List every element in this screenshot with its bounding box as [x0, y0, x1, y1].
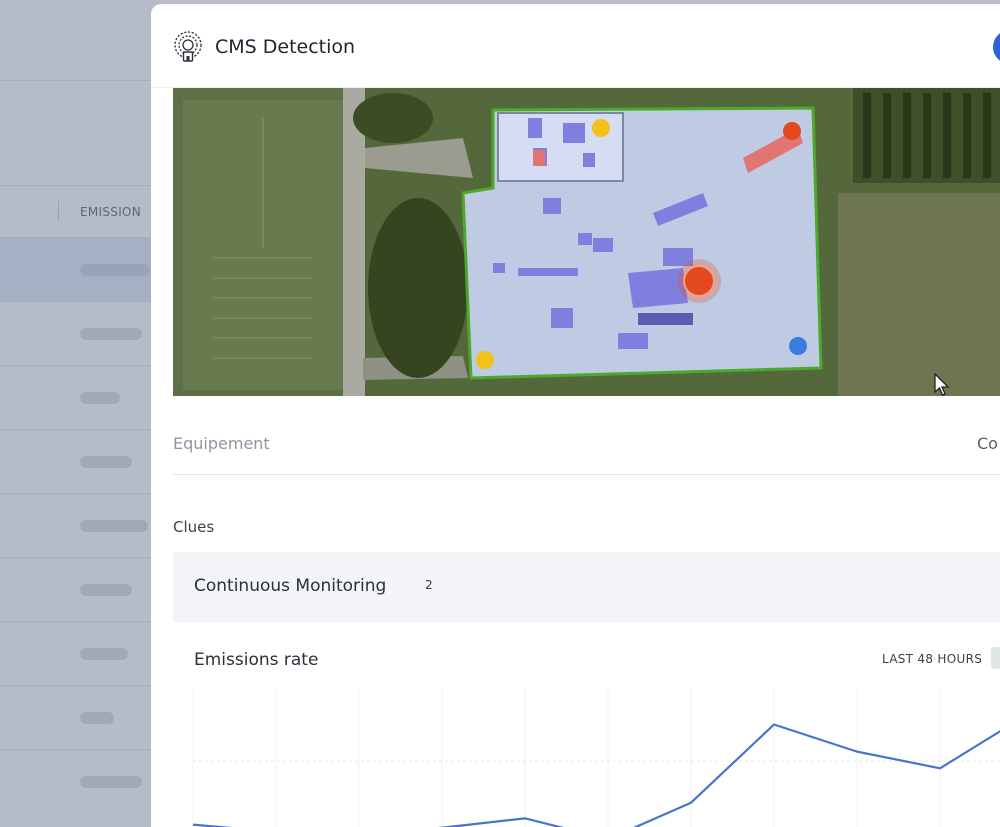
clue-item-continuous-monitoring[interactable]: Continuous Monitoring 2 — [173, 552, 1000, 622]
row-divider — [0, 237, 160, 238]
cms-detection-modal: CMS Detection Equipement Co Clues Contin… — [151, 4, 1000, 827]
placeholder-cell — [80, 584, 132, 596]
user-avatar[interactable] — [993, 30, 1000, 64]
placeholder-cell — [80, 392, 120, 404]
clues-heading: Clues — [173, 518, 215, 536]
placeholder-cell — [80, 456, 132, 468]
time-range-toggle[interactable] — [991, 647, 1000, 669]
row-divider — [0, 365, 160, 366]
placeholder-cell — [80, 264, 150, 276]
emission-column-header[interactable]: EMISSION — [80, 205, 141, 219]
placeholder-cell — [80, 520, 148, 532]
equipment-marker-red[interactable] — [783, 122, 801, 140]
row-divider — [0, 80, 160, 81]
clue-item-label: Continuous Monitoring — [194, 576, 387, 596]
modal-header: CMS Detection — [151, 4, 1000, 88]
row-divider — [0, 621, 160, 622]
equipment-marker-yellow[interactable] — [592, 119, 610, 137]
equipment-value: Co — [977, 434, 998, 453]
tree-cluster — [353, 93, 433, 143]
antenna-signal-icon — [174, 31, 202, 62]
road — [343, 88, 365, 396]
emission-source-marker[interactable] — [683, 265, 715, 297]
map-canvas[interactable] — [173, 88, 1000, 396]
chart-title: Emissions rate — [194, 650, 319, 670]
clue-item-count: 2 — [425, 578, 433, 592]
placeholder-cell — [80, 712, 114, 724]
equipment-marker-yellow[interactable] — [476, 351, 494, 369]
row-divider — [0, 557, 160, 558]
row-divider — [0, 749, 160, 750]
modal-title: CMS Detection — [215, 36, 356, 58]
site-satellite-map[interactable] — [173, 88, 1000, 396]
background-table: EMISSION — [0, 0, 160, 827]
placeholder-cell — [80, 776, 142, 788]
emissions-series-line[interactable] — [192, 717, 1000, 827]
row-divider — [0, 301, 160, 302]
column-separator — [58, 201, 59, 221]
row-divider — [0, 493, 160, 494]
section-divider — [173, 474, 1000, 475]
emissions-line-chart — [192, 688, 1000, 827]
placeholder-cell — [80, 328, 142, 340]
time-range-label[interactable]: LAST 48 HOURS — [882, 652, 982, 666]
row-divider — [0, 685, 160, 686]
crop-field — [838, 193, 1000, 396]
red-roof-building — [533, 150, 545, 166]
emissions-rate-panel: Emissions rate LAST 48 HOURS — [173, 622, 1000, 827]
tree-cluster — [368, 198, 468, 378]
equipment-marker-blue[interactable] — [789, 337, 807, 355]
mouse-pointer-icon — [934, 372, 950, 396]
equipment-label: Equipement — [173, 434, 270, 453]
row-divider — [0, 185, 160, 186]
building-shadow — [638, 313, 693, 325]
row-divider — [0, 429, 160, 430]
placeholder-cell — [80, 648, 128, 660]
